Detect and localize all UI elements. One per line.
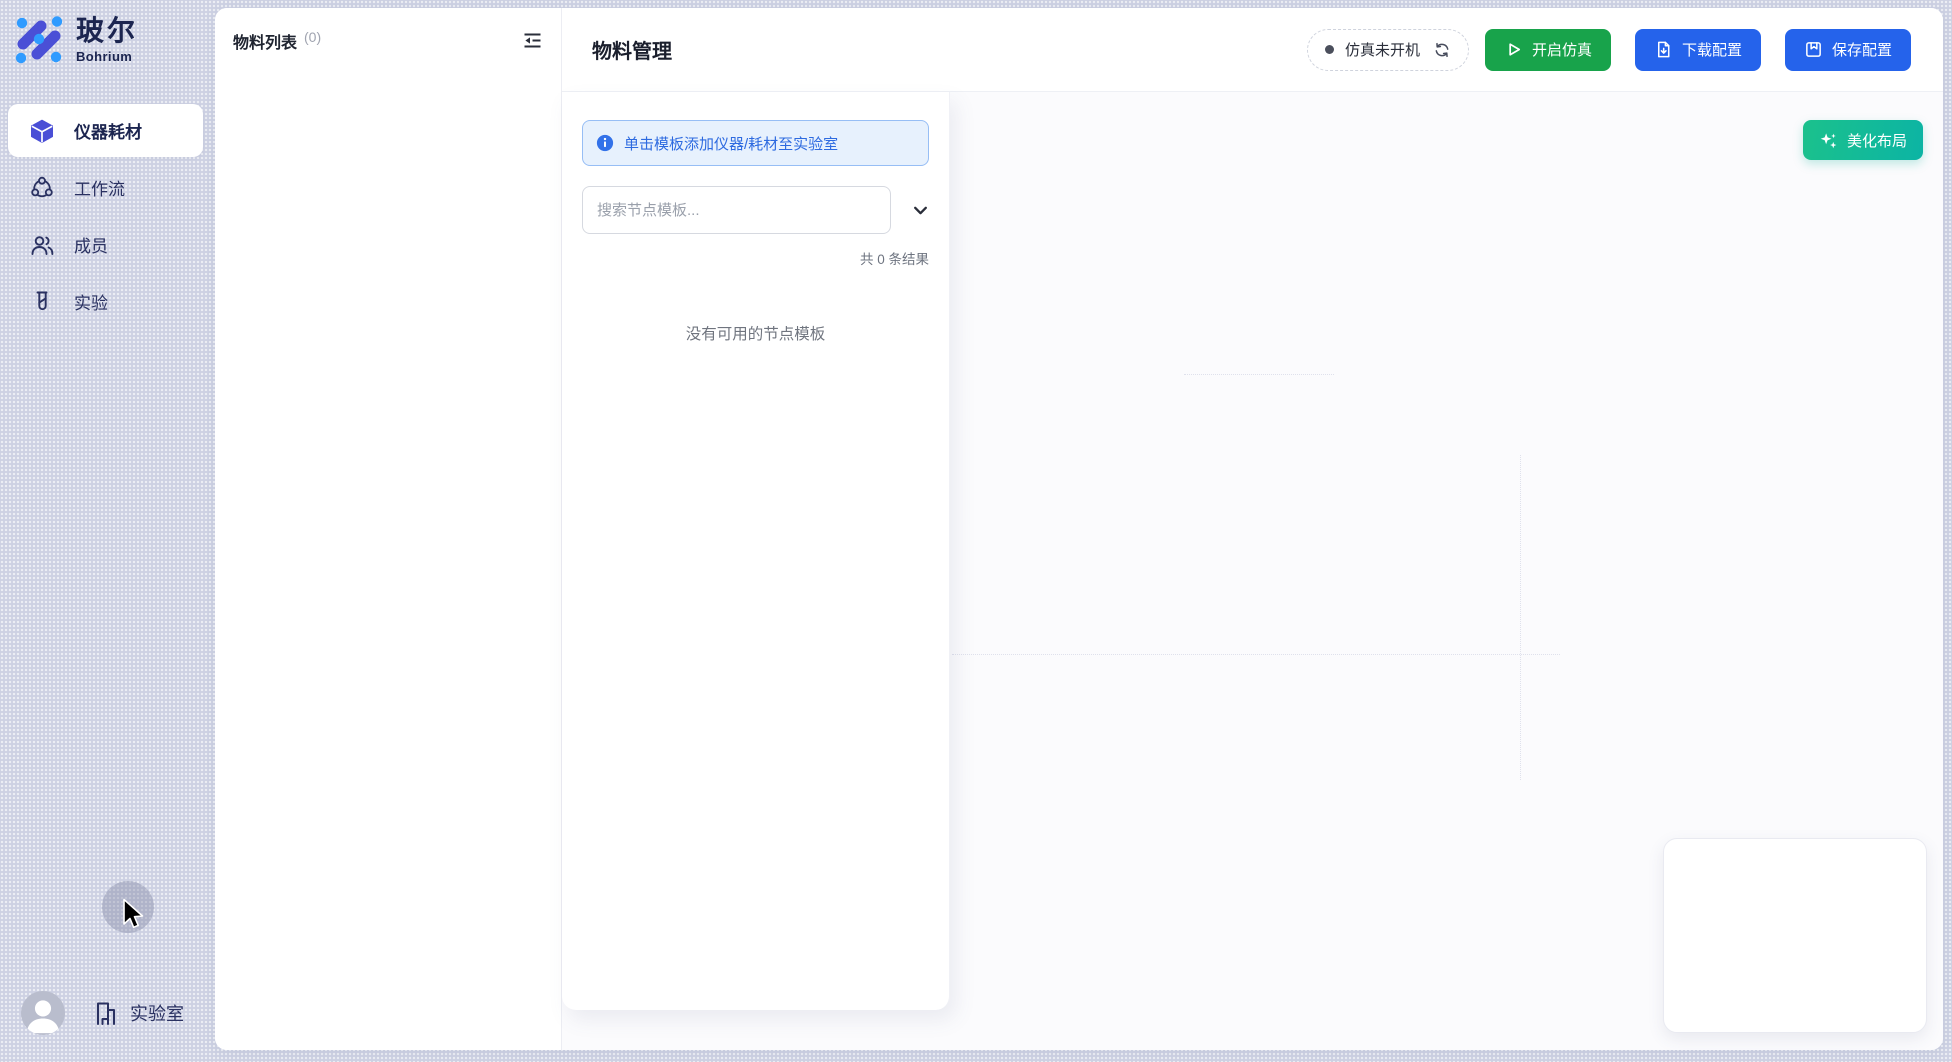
brand-logo[interactable]: 玻尔 Bohrium bbox=[13, 14, 138, 66]
members-icon bbox=[29, 232, 55, 258]
play-icon bbox=[1504, 40, 1523, 59]
avatar[interactable] bbox=[21, 991, 65, 1035]
materials-list-panel: 物料列表 (0) bbox=[215, 8, 562, 1050]
minimap[interactable] bbox=[1663, 838, 1927, 1033]
template-hint-text: 单击模板添加仪器/耗材至实验室 bbox=[624, 133, 838, 154]
materials-list-title: 物料列表 bbox=[233, 29, 297, 53]
sidebar-item-experiments[interactable]: 实验 bbox=[8, 275, 203, 328]
beautify-layout-button[interactable]: 美化布局 bbox=[1803, 120, 1923, 160]
lab-label: 实验室 bbox=[130, 1000, 184, 1026]
topbar: 物料管理 仿真未开机 bbox=[562, 8, 1943, 92]
app-window: 物料列表 (0) 物料管理 仿真未开机 bbox=[215, 8, 1943, 1050]
sidebar-item-label: 成员 bbox=[74, 232, 108, 257]
info-icon bbox=[596, 134, 614, 152]
save-config-button[interactable]: 保存配置 bbox=[1785, 29, 1911, 71]
refresh-icon[interactable] bbox=[1433, 41, 1451, 59]
bohrium-logo-icon bbox=[13, 14, 65, 66]
template-hint-banner: 单击模板添加仪器/耗材至实验室 bbox=[582, 120, 929, 166]
sidebar: 玻尔 Bohrium 仪器耗材 bbox=[0, 0, 215, 1062]
cube-icon bbox=[29, 118, 55, 144]
sparkles-icon bbox=[1819, 131, 1838, 150]
canvas-guide-horizontal-short bbox=[1184, 374, 1334, 375]
workflow-icon bbox=[29, 175, 55, 201]
sidebar-item-members[interactable]: 成员 bbox=[8, 218, 203, 271]
save-icon bbox=[1804, 40, 1823, 59]
canvas-guide-vertical bbox=[1520, 455, 1521, 780]
brand-name-cn: 玻尔 bbox=[76, 17, 138, 45]
materials-list-count: (0) bbox=[304, 29, 321, 45]
start-simulation-button[interactable]: 开启仿真 bbox=[1485, 29, 1611, 71]
download-config-button[interactable]: 下载配置 bbox=[1635, 29, 1761, 71]
canvas-guide-horizontal bbox=[952, 654, 1560, 655]
empty-template-text: 没有可用的节点模板 bbox=[582, 322, 929, 344]
main-area: 物料管理 仿真未开机 bbox=[562, 8, 1943, 1050]
sidebar-item-instruments[interactable]: 仪器耗材 bbox=[8, 104, 203, 157]
status-dot-icon bbox=[1325, 45, 1334, 54]
page-title: 物料管理 bbox=[592, 35, 672, 64]
chevron-down-icon[interactable] bbox=[912, 202, 929, 219]
building-icon bbox=[92, 999, 120, 1027]
lab-entry[interactable]: 实验室 bbox=[92, 999, 184, 1027]
sidebar-item-label: 实验 bbox=[74, 289, 108, 314]
node-template-panel: 单击模板添加仪器/耗材至实验室 共 0 条结果 没有可用的节点模板 bbox=[562, 92, 950, 1010]
sidebar-item-workflow[interactable]: 工作流 bbox=[8, 161, 203, 214]
flow-canvas[interactable]: 单击模板添加仪器/耗材至实验室 共 0 条结果 没有可用的节点模板 bbox=[562, 92, 1943, 1050]
simulation-status-pill: 仿真未开机 bbox=[1307, 29, 1469, 71]
search-template-input[interactable] bbox=[582, 186, 891, 234]
test-tube-icon bbox=[29, 289, 55, 315]
file-download-icon bbox=[1654, 40, 1673, 59]
sidebar-bottom: 实验室 bbox=[21, 991, 184, 1035]
collapse-panel-icon[interactable] bbox=[522, 31, 543, 50]
brand-name-en: Bohrium bbox=[76, 50, 138, 63]
sidebar-nav: 仪器耗材 工作流 bbox=[8, 104, 203, 328]
sidebar-item-label: 工作流 bbox=[74, 175, 125, 200]
result-count: 共 0 条结果 bbox=[582, 248, 929, 268]
simulation-status-text: 仿真未开机 bbox=[1345, 39, 1420, 60]
app-root: 玻尔 Bohrium 仪器耗材 bbox=[0, 0, 1952, 1062]
sidebar-item-label: 仪器耗材 bbox=[74, 118, 142, 143]
